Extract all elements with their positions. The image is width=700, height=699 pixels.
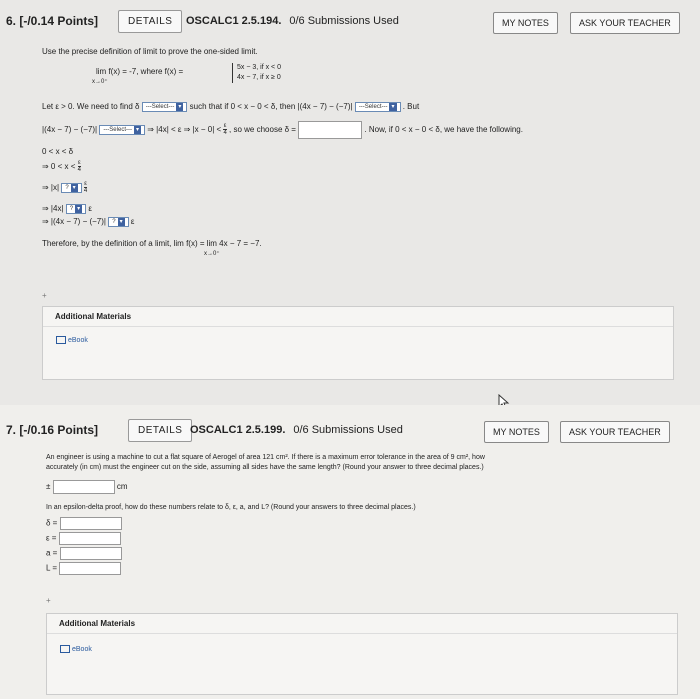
- question-6-submissions: 0/6 Submissions Used: [289, 15, 399, 27]
- question-6-header: 6. [-/0.14 Points] DETAILS OSCALC1 2.5.1…: [0, 6, 700, 38]
- tolerance-input[interactable]: [52, 480, 115, 494]
- delta-answer-input[interactable]: [298, 121, 363, 139]
- limit-statement: lim f(x) = -7, where f(x) = x→0⁺: [92, 67, 184, 85]
- question-6-ask-teacher-button[interactable]: ASK YOUR TEACHER: [570, 12, 680, 34]
- plus-icon: +: [46, 596, 51, 605]
- question-7-points: 7. [-/0.16 Points]: [6, 423, 99, 437]
- proof-step-2: ⇒ 0 < x < ε4: [42, 160, 81, 173]
- question-7-additional-materials: Additional Materials: [46, 613, 678, 695]
- proof-line-2: |(4x − 7) − (−7)| ---Select--- ▾ ⇒ |4x| <…: [42, 121, 692, 139]
- a-input[interactable]: [59, 547, 122, 560]
- l-input[interactable]: [59, 562, 122, 575]
- epsilon-row: ε =: [46, 532, 121, 545]
- proof-conclusion: Therefore, by the definition of a limit,…: [42, 239, 262, 257]
- book-icon: [60, 645, 70, 653]
- proof-step-3: ⇒ |x| ? ▾ ε4: [42, 181, 88, 194]
- question-7-details-button[interactable]: DETAILS: [128, 419, 193, 442]
- question-7-submissions: 0/6 Submissions Used: [293, 424, 403, 436]
- question-7-problem: An engineer is using a machine to cut a …: [46, 454, 485, 471]
- question-6-my-notes-button[interactable]: MY NOTES: [493, 12, 558, 34]
- piecewise-function: 5x − 3, if x < 0 4x − 7, if x ≥ 0: [232, 63, 281, 83]
- a-row: a =: [46, 547, 122, 560]
- question-6-additional-materials: Additional Materials: [42, 306, 674, 380]
- delta-input[interactable]: [59, 517, 122, 530]
- question-7: 7. [-/0.16 Points] DETAILS OSCALC1 2.5.1…: [0, 405, 700, 699]
- book-icon: [56, 336, 66, 344]
- question-7-header: 7. [-/0.16 Points] DETAILS OSCALC1 2.5.1…: [0, 415, 700, 447]
- question-6-title: OSCALC1 2.5.194. 0/6 Submissions Used: [186, 15, 399, 27]
- tolerance-answer-row: ± cm: [46, 480, 128, 494]
- proof-step-5: ⇒ |(4x − 7) − (−7)| ? ▾ ε: [42, 216, 135, 227]
- epsilon-over-4-fraction: ε4: [223, 123, 227, 136]
- question-7-relate: In an epsilon-delta proof, how do these …: [46, 504, 416, 511]
- question-7-ebook-link[interactable]: eBook: [60, 645, 92, 653]
- proof-line-1: Let ε > 0. We need to find δ ---Select--…: [42, 101, 420, 112]
- l-row: L =: [46, 562, 122, 575]
- delta-select[interactable]: ---Select--- ▾: [141, 101, 188, 112]
- epsilon-input[interactable]: [58, 532, 121, 545]
- plus-icon: +: [42, 291, 47, 300]
- question-7-my-notes-button[interactable]: MY NOTES: [484, 421, 549, 443]
- step-4-select[interactable]: ? ▾: [65, 203, 87, 214]
- proof-step-4: ⇒ |4x| ? ▾ ε: [42, 203, 92, 214]
- step-3-select[interactable]: ? ▾: [61, 183, 82, 193]
- question-7-title: OSCALC1 2.5.199. 0/6 Submissions Used: [190, 424, 403, 436]
- question-6-instruction: Use the precise definition of limit to p…: [42, 47, 258, 56]
- question-6-points: 6. [-/0.14 Points]: [6, 14, 99, 28]
- question-7-ask-teacher-button[interactable]: ASK YOUR TEACHER: [560, 421, 670, 443]
- question-6-ebook-link[interactable]: eBook: [56, 336, 88, 344]
- inequality-select[interactable]: ---Select--- ▾: [354, 101, 401, 112]
- question-6-details-button[interactable]: DETAILS: [118, 10, 183, 33]
- step-5-select[interactable]: ? ▾: [108, 216, 129, 227]
- delta-row: δ =: [46, 517, 122, 530]
- question-6: 6. [-/0.14 Points] DETAILS OSCALC1 2.5.1…: [0, 0, 700, 400]
- abs-select[interactable]: ---Select--- ▾: [99, 125, 145, 135]
- proof-step-1: 0 < x < δ: [42, 147, 74, 156]
